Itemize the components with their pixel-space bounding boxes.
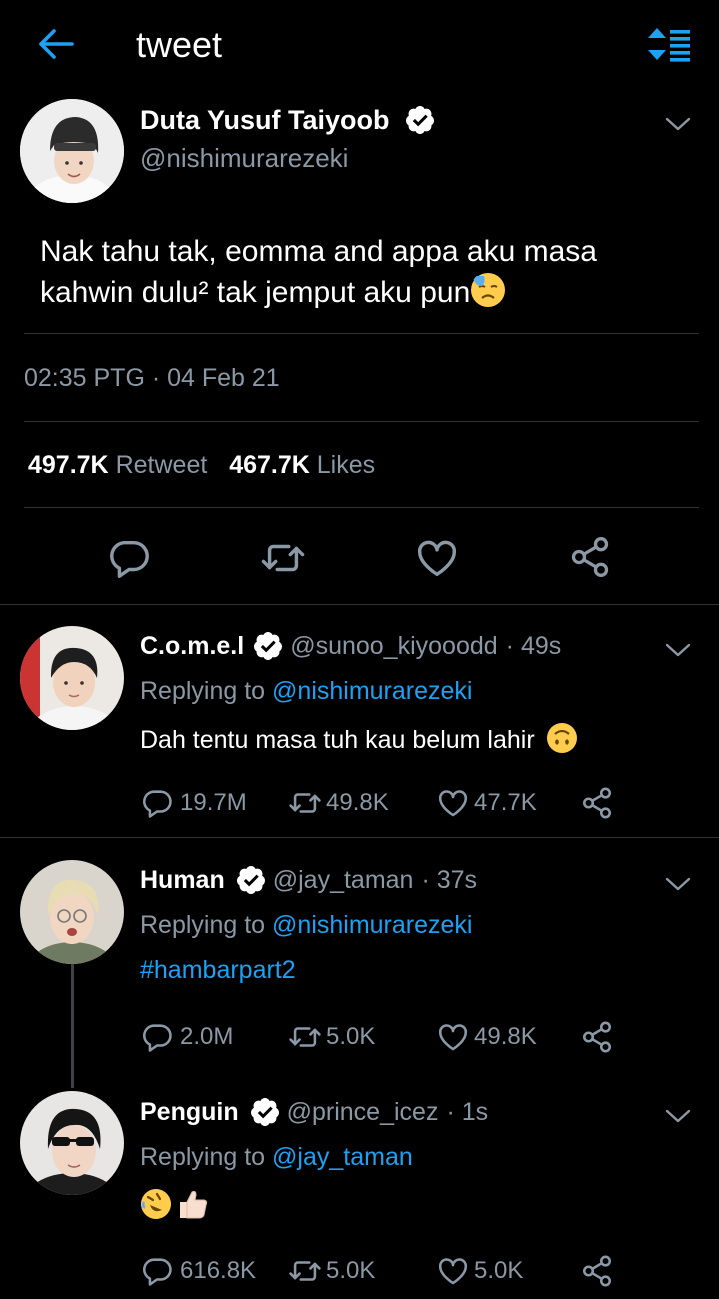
reply-action[interactable]: 19.7M bbox=[140, 786, 247, 820]
back-arrow-icon[interactable] bbox=[36, 26, 76, 62]
reply-emoji-text bbox=[140, 1188, 210, 1220]
verified-badge-icon bbox=[249, 1096, 281, 1128]
mention-link[interactable]: @jay_taman bbox=[272, 1143, 413, 1171]
reply-author-name[interactable]: Human bbox=[140, 866, 225, 895]
tweet-timestamp: 02:35 PTG · 04 Feb 21 bbox=[24, 364, 280, 392]
replying-to: Replying to @nishimurarezeki bbox=[140, 911, 473, 939]
verified-badge-icon bbox=[235, 864, 267, 896]
retweet-icon[interactable] bbox=[258, 535, 308, 581]
chevron-down-icon[interactable] bbox=[663, 640, 693, 660]
like-icon[interactable] bbox=[414, 535, 460, 581]
reply-author-handle[interactable]: @jay_taman bbox=[273, 866, 414, 895]
chevron-down-icon[interactable] bbox=[663, 1106, 693, 1126]
reply-action[interactable]: 2.0M bbox=[140, 1020, 233, 1054]
thread-line bbox=[71, 964, 74, 1088]
reply-age: · 1s bbox=[446, 1097, 489, 1126]
replying-to: Replying to @jay_taman bbox=[140, 1143, 413, 1171]
avatar[interactable] bbox=[20, 626, 124, 730]
share-icon[interactable] bbox=[580, 1020, 614, 1054]
reply-author-handle[interactable]: @sunoo_kiyooodd bbox=[290, 632, 497, 661]
avatar[interactable] bbox=[20, 860, 124, 964]
mention-link[interactable]: @nishimurarezeki bbox=[272, 677, 472, 705]
upside-down-face-icon bbox=[546, 723, 577, 753]
reply-text: Dah tentu masa tuh kau belum lahir bbox=[140, 722, 578, 755]
retweet-icon bbox=[286, 1020, 324, 1054]
reply-icon bbox=[140, 1254, 174, 1288]
author-handle[interactable]: @nishimurarezeki bbox=[140, 143, 348, 174]
avatar[interactable] bbox=[20, 1091, 124, 1195]
like-action[interactable]: 47.7K bbox=[436, 786, 537, 820]
like-label[interactable]: Likes bbox=[317, 451, 375, 479]
share-icon[interactable] bbox=[580, 786, 614, 820]
reply-author-name[interactable]: C.o.m.e.l bbox=[140, 632, 244, 661]
tweet-text: Nak tahu tak, eomma and appa aku masa ka… bbox=[40, 235, 597, 309]
hashtag-link[interactable]: #hambarpart2 bbox=[140, 956, 296, 985]
downcast-sweat-face-icon bbox=[471, 273, 506, 307]
reply-icon bbox=[140, 1020, 174, 1054]
author-name[interactable]: Duta Yusuf Taiyoob bbox=[140, 105, 390, 136]
reply-author-handle[interactable]: @prince_icez bbox=[287, 1098, 439, 1127]
top-bar: tweet bbox=[0, 0, 719, 92]
like-count[interactable]: 467.7K bbox=[229, 451, 310, 479]
reply-age: · 49s bbox=[505, 631, 562, 660]
page-title: tweet bbox=[136, 24, 223, 65]
replying-to: Replying to @nishimurarezeki bbox=[140, 677, 473, 705]
verified-badge-icon bbox=[404, 104, 436, 136]
reply-icon bbox=[140, 786, 174, 820]
divider bbox=[24, 507, 699, 508]
like-icon bbox=[436, 786, 470, 820]
divider bbox=[24, 421, 699, 422]
divider bbox=[0, 604, 719, 605]
verified-badge-icon bbox=[252, 630, 284, 662]
rolling-laughing-face-icon bbox=[141, 1189, 171, 1219]
share-icon[interactable] bbox=[580, 1254, 614, 1288]
divider bbox=[24, 333, 699, 334]
retweet-action[interactable]: 49.8K bbox=[286, 786, 389, 820]
divider bbox=[0, 837, 719, 838]
reply-author-name[interactable]: Penguin bbox=[140, 1098, 239, 1127]
retweet-label[interactable]: Retweet bbox=[116, 451, 208, 479]
sort-icon[interactable] bbox=[646, 26, 692, 62]
like-icon bbox=[436, 1254, 470, 1288]
reply-age: · 37s bbox=[421, 865, 478, 894]
chevron-down-icon[interactable] bbox=[663, 874, 693, 894]
like-action[interactable]: 5.0K bbox=[436, 1254, 523, 1288]
chevron-down-icon[interactable] bbox=[663, 114, 693, 134]
avatar[interactable] bbox=[20, 99, 124, 203]
retweet-action[interactable]: 5.0K bbox=[286, 1254, 375, 1288]
like-icon bbox=[436, 1020, 470, 1054]
share-icon[interactable] bbox=[568, 535, 612, 579]
thumbs-up-icon bbox=[180, 1190, 208, 1219]
retweet-count[interactable]: 497.7K bbox=[28, 451, 109, 479]
reply-icon[interactable] bbox=[106, 535, 152, 581]
retweet-icon bbox=[286, 786, 324, 820]
like-action[interactable]: 49.8K bbox=[436, 1020, 537, 1054]
mention-link[interactable]: @nishimurarezeki bbox=[272, 911, 472, 939]
tweet-stats: 497.7K Retweet 467.7K Likes bbox=[28, 451, 375, 480]
reply-action[interactable]: 616.8K bbox=[140, 1254, 256, 1288]
retweet-icon bbox=[286, 1254, 324, 1288]
retweet-action[interactable]: 5.0K bbox=[286, 1020, 375, 1054]
